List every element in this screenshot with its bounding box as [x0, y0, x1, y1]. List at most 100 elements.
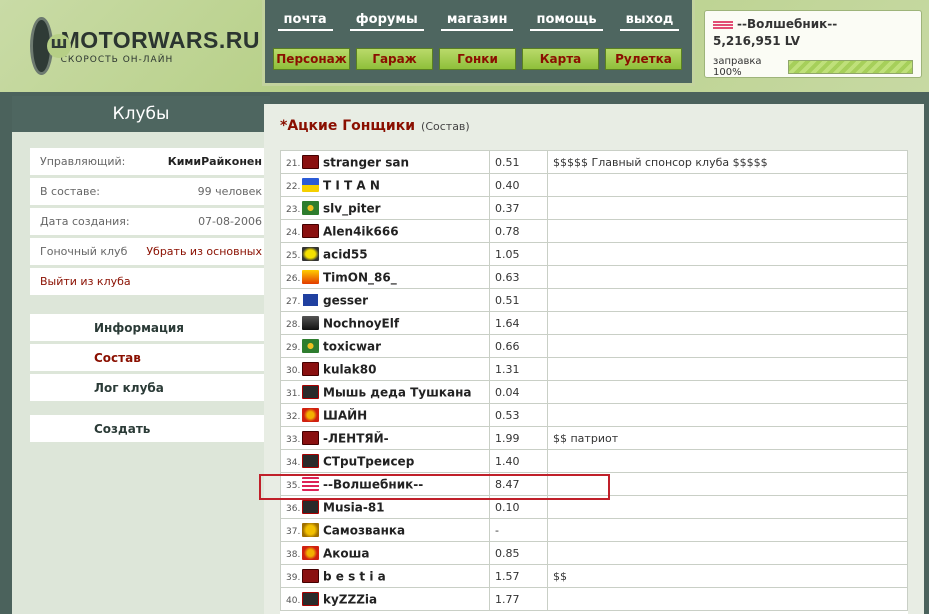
- fuel-label: заправка 100%: [713, 56, 762, 78]
- member-row: 37. Самозванка -: [280, 518, 908, 542]
- member-note: $$$$$ Главный спонсор клуба $$$$$: [547, 150, 908, 174]
- main-content: *Ацкие Гонщики (Состав) 21. stranger san 0…: [264, 104, 924, 614]
- member-rank: 25.: [286, 250, 301, 261]
- logo-subtitle: СКОРОСТЬ ОН-ЛАЙН: [60, 55, 174, 65]
- member-note: $$: [547, 564, 908, 588]
- member-score: 0.51: [489, 150, 548, 174]
- member-note: [547, 265, 908, 289]
- site-logo[interactable]: MOTORWARS.RU СКОРОСТЬ ОН-ЛАЙН: [30, 14, 260, 78]
- map-button[interactable]: Карта: [522, 48, 599, 70]
- car-stripes-icon: [302, 477, 319, 492]
- member-note: [547, 334, 908, 358]
- member-name-link[interactable]: --Волшебник--: [323, 477, 423, 491]
- member-note: [547, 472, 908, 496]
- member-name-link[interactable]: ШАЙН: [323, 408, 367, 422]
- nav-help[interactable]: помощь: [530, 10, 603, 31]
- member-row: 28. NochnoyElf 1.64: [280, 311, 908, 335]
- member-name-link[interactable]: Musia-81: [323, 500, 385, 514]
- leave-club-row: Выйти из клуба: [30, 268, 272, 295]
- member-score: 0.85: [489, 541, 548, 565]
- member-row: 32. ШАЙН 0.53: [280, 403, 908, 427]
- red-star-icon: [302, 546, 319, 561]
- member-name-link[interactable]: kulak80: [323, 362, 376, 376]
- member-note: [547, 311, 908, 335]
- member-name-link[interactable]: -ЛЕНТЯЙ-: [323, 431, 389, 445]
- member-note: [547, 403, 908, 427]
- member-name-link[interactable]: Акоша: [323, 546, 370, 560]
- member-score: 1.05: [489, 242, 548, 266]
- member-score: 1.31: [489, 357, 548, 381]
- nav-shop[interactable]: магазин: [440, 10, 514, 31]
- member-rank: 34.: [286, 457, 301, 468]
- manager-link[interactable]: КимиРайконен: [168, 155, 262, 168]
- member-name-link[interactable]: gesser: [323, 293, 368, 307]
- nav-logout[interactable]: выход: [619, 10, 680, 31]
- member-cell: 29. toxicwar: [280, 334, 490, 358]
- member-name-link[interactable]: stranger san: [323, 155, 409, 169]
- member-score: 0.53: [489, 403, 548, 427]
- member-row: 34. СТрuТреисер 1.40: [280, 449, 908, 473]
- member-name-link[interactable]: NochnoyElf: [323, 316, 399, 330]
- skull-flag-icon: [302, 385, 319, 400]
- menu-members[interactable]: Состав: [30, 344, 272, 371]
- member-cell: 40. kyZZZia: [280, 587, 490, 611]
- club-subtitle: (Состав): [421, 120, 470, 133]
- member-name-link[interactable]: TimON_86_: [323, 270, 397, 284]
- member-cell: 23. slv_piter: [280, 196, 490, 220]
- races-button[interactable]: Гонки: [439, 48, 516, 70]
- member-score: 0.51: [489, 288, 548, 312]
- nav-forums[interactable]: форумы: [349, 10, 424, 31]
- skull-flag-icon: [302, 592, 319, 607]
- user-name[interactable]: --Волшебник--: [737, 17, 837, 31]
- member-note: [547, 587, 908, 611]
- member-score: 0.78: [489, 219, 548, 243]
- info-members: В составе: 99 человек: [30, 178, 272, 205]
- member-row: 23. slv_piter 0.37: [280, 196, 908, 220]
- roulette-button[interactable]: Рулетка: [605, 48, 682, 70]
- member-rank: 39.: [286, 572, 301, 583]
- member-note: [547, 495, 908, 519]
- d-badge-icon: [302, 431, 319, 446]
- character-button[interactable]: Персонаж: [273, 48, 350, 70]
- members-table: 21. stranger san 0.51 $$$$$ Главный спонсор…: [280, 150, 908, 614]
- member-note: [547, 288, 908, 312]
- member-name-link[interactable]: slv_piter: [323, 201, 381, 215]
- member-score: 1.64: [489, 311, 548, 335]
- member-cell: 24. Alen4ik666: [280, 219, 490, 243]
- member-cell: 28. NochnoyElf: [280, 311, 490, 335]
- member-row: 29. toxicwar 0.66: [280, 334, 908, 358]
- member-note: $$ патриот: [547, 426, 908, 450]
- member-name-link[interactable]: kyZZZia: [323, 592, 377, 606]
- member-cell: 38. Акоша: [280, 541, 490, 565]
- member-name-link[interactable]: СТрuТреисер: [323, 454, 414, 468]
- menu-club-log[interactable]: Лог клуба: [30, 374, 272, 401]
- member-cell: 27. gesser: [280, 288, 490, 312]
- member-name-link[interactable]: b e s t i a: [323, 569, 386, 583]
- member-name-link[interactable]: acid55: [323, 247, 368, 261]
- member-rank: 22.: [286, 181, 301, 192]
- member-name-link[interactable]: T I T A N: [323, 178, 380, 192]
- red-star-icon: [302, 408, 319, 423]
- member-rank: 37.: [286, 526, 301, 537]
- info-created: Дата создания: 07-08-2006: [30, 208, 272, 235]
- member-rank: 29.: [286, 342, 301, 353]
- info-race-club: Гоночный клуб Убрать из основных: [30, 238, 272, 265]
- left-sidebar: Клубы Управляющий: КимиРайконен В состав…: [12, 96, 272, 614]
- d-badge-icon: [302, 224, 319, 239]
- green-emblem-icon: [302, 339, 319, 354]
- member-rank: 32.: [286, 411, 301, 422]
- menu-information[interactable]: Информация: [30, 314, 272, 341]
- member-row: 30. kulak80 1.31: [280, 357, 908, 381]
- garage-button[interactable]: Гараж: [356, 48, 433, 70]
- leave-club-link[interactable]: Выйти из клуба: [40, 275, 131, 288]
- member-score: 0.63: [489, 265, 548, 289]
- nav-mail[interactable]: почта: [277, 10, 333, 31]
- member-note: [547, 518, 908, 542]
- menu-create[interactable]: Создать: [30, 415, 272, 442]
- member-name-link[interactable]: Мышь деда Тушкана: [323, 385, 471, 399]
- member-name-link[interactable]: toxicwar: [323, 339, 381, 353]
- remove-from-main-link[interactable]: Убрать из основных: [146, 245, 262, 258]
- d-badge-icon: [302, 155, 319, 170]
- member-name-link[interactable]: Самозванка: [323, 523, 405, 537]
- member-name-link[interactable]: Alen4ik666: [323, 224, 399, 238]
